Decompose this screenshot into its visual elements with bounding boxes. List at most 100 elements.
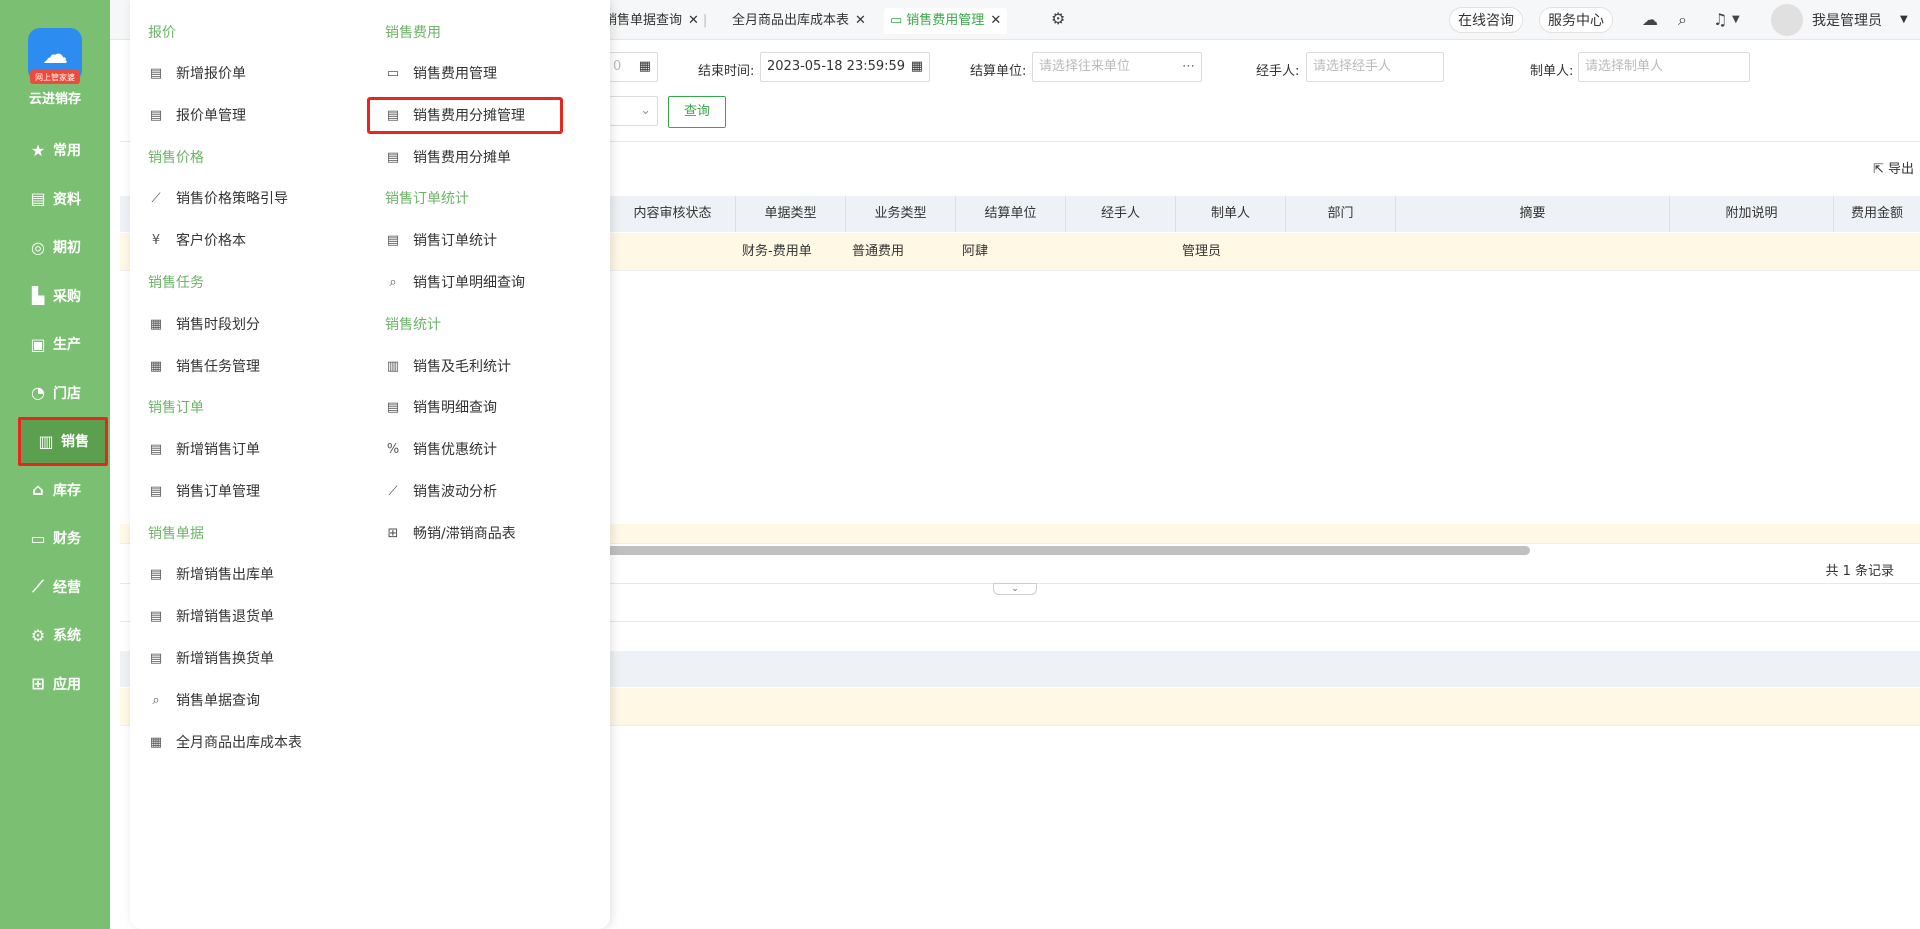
sidebar-item-operation[interactable]: ⟋ 经营: [0, 563, 110, 612]
sidebar-item-initial[interactable]: ◎ 期初: [0, 223, 110, 272]
sidebar-item-system[interactable]: ⚙ 系统: [0, 611, 110, 660]
maker-input[interactable]: 请选择制单人: [1578, 52, 1750, 82]
menu-item-task-manage[interactable]: ▦ 销售任务管理: [148, 356, 260, 376]
sidebar-item-finance[interactable]: ▭ 财务: [0, 514, 110, 563]
sidebar-item-purchase[interactable]: ▙ 采购: [0, 272, 110, 321]
menu-section-task: 销售任务: [148, 275, 204, 291]
search-icon: ⌕: [389, 274, 397, 290]
export-icon: ⇱: [1872, 162, 1884, 177]
menu-item-order-detail-query[interactable]: ⌕ 销售订单明细查询: [385, 272, 525, 292]
tab-sales-doc-query[interactable]: 销售单据查询 ✕ |: [604, 8, 707, 34]
export-button[interactable]: ⇱ 导出: [1873, 158, 1914, 177]
column-header[interactable]: 附加说明: [1670, 196, 1834, 232]
maker-label: 制单人:: [1530, 64, 1574, 79]
menu-item-fluctuation[interactable]: ⟋ 销售波动分析: [385, 481, 497, 501]
menu-section-docs: 销售单据: [148, 526, 204, 542]
column-header[interactable]: 部门: [1286, 196, 1396, 232]
sidebar-item-sales[interactable]: ▥ 销售: [18, 417, 108, 466]
column-header[interactable]: 内容审核状态: [610, 196, 736, 232]
order-icon: ▤: [149, 441, 163, 457]
factory-icon: ▣: [30, 334, 46, 354]
horizontal-scrollbar[interactable]: [600, 546, 1530, 555]
logo-ribbon: 网上管家婆: [30, 70, 80, 84]
menu-item-price-strategy[interactable]: ⟋ 销售价格策略引导: [148, 188, 288, 208]
online-consult-button[interactable]: 在线咨询: [1449, 7, 1523, 33]
menu-section-expense: 销售费用: [385, 25, 441, 41]
menu-item-customer-price[interactable]: ¥ 客户价格本: [148, 230, 246, 250]
menu-section-quote: 报价: [148, 25, 176, 41]
menu-item-time-period[interactable]: ▦ 销售时段划分: [148, 314, 260, 334]
settings-icon[interactable]: ⚙: [1051, 9, 1065, 28]
quote-icon: ▤: [149, 65, 163, 81]
tab-icon: ▭: [890, 13, 903, 28]
close-icon[interactable]: ✕: [688, 13, 699, 28]
menu-item-order-manage[interactable]: ▤ 销售订单管理: [148, 481, 260, 501]
document-icon: ▤: [30, 189, 46, 209]
avatar[interactable]: [1771, 4, 1803, 36]
menu-item-quote-manage[interactable]: ▤ 报价单管理: [148, 105, 246, 125]
cart-icon: ▭: [386, 65, 400, 81]
gear-icon: ⚙: [30, 625, 46, 645]
column-header[interactable]: 业务类型: [846, 196, 956, 232]
collapse-toggle[interactable]: ⌄: [993, 583, 1037, 595]
service-center-button[interactable]: 服务中心: [1539, 7, 1613, 33]
start-time-input[interactable]: 0 ▦: [606, 52, 658, 82]
report-icon: ▦: [149, 734, 163, 750]
tab-monthly-cost[interactable]: 全月商品出库成本表 ✕: [732, 8, 866, 34]
menu-item-new-return[interactable]: ▤ 新增销售退货单: [148, 606, 274, 626]
sidebar-item-production[interactable]: ▣ 生产: [0, 320, 110, 369]
cart-icon: ▙: [31, 286, 45, 306]
menu-item-monthly-cost[interactable]: ▦ 全月商品出库成本表: [148, 732, 302, 752]
menu-item-profit-stats[interactable]: ▥ 销售及毛利统计: [385, 356, 511, 376]
cloud-download-icon[interactable]: ☁: [1642, 10, 1658, 29]
calendar-icon: ▦: [149, 316, 163, 332]
menu-item-doc-query[interactable]: ⌕ 销售单据查询: [148, 690, 260, 710]
search-icon[interactable]: ⌕: [1678, 10, 1687, 30]
menu-item-expense-allocation-doc[interactable]: ▤ 销售费用分摊单: [385, 147, 511, 167]
column-header[interactable]: 单据类型: [736, 196, 846, 232]
trend-icon: ⟋: [32, 576, 44, 596]
menu-item-new-outbound[interactable]: ▤ 新增销售出库单: [148, 564, 274, 584]
column-header[interactable]: 制单人: [1176, 196, 1286, 232]
wallet-icon: ▭: [30, 528, 46, 548]
bell-icon[interactable]: ♫: [1713, 10, 1727, 29]
column-header[interactable]: 经手人: [1066, 196, 1176, 232]
column-header[interactable]: 摘要: [1396, 196, 1670, 232]
chevron-down-icon[interactable]: ▼: [1732, 14, 1740, 25]
sidebar-item-inventory[interactable]: ⌂ 库存: [0, 466, 110, 515]
column-header[interactable]: 结算单位: [956, 196, 1066, 232]
chevron-down-icon[interactable]: ▼: [1900, 14, 1908, 25]
more-icon[interactable]: ⋯: [1182, 53, 1195, 81]
user-name[interactable]: 我是管理员: [1812, 10, 1882, 30]
cell-settle-unit: 阿肆: [962, 244, 989, 259]
sidebar-item-apps[interactable]: ⊞ 应用: [0, 660, 110, 709]
department-select[interactable]: ⌄: [606, 96, 658, 126]
sidebar-item-store[interactable]: ◔ 门店: [0, 369, 110, 418]
menu-section-order-stats: 销售订单统计: [385, 191, 469, 207]
end-time-input[interactable]: 2023-05-18 23:59:59 ▦: [760, 52, 930, 82]
menu-item-new-exchange[interactable]: ▤ 新增销售换货单: [148, 648, 274, 668]
column-header[interactable]: 费用金额: [1834, 196, 1920, 232]
end-time-label: 结束时间:: [698, 64, 755, 79]
menu-item-discount-stats[interactable]: % 销售优惠统计: [385, 439, 497, 459]
query-button[interactable]: 查询: [668, 96, 726, 128]
menu-item-new-quote[interactable]: ▤ 新增报价单: [148, 63, 246, 83]
menu-item-expense-manage[interactable]: ▭ 销售费用管理: [385, 63, 497, 83]
menu-item-new-order[interactable]: ▤ 新增销售订单: [148, 439, 260, 459]
close-icon[interactable]: ✕: [855, 13, 866, 28]
settle-unit-input[interactable]: 请选择往来单位 ⋯: [1032, 52, 1202, 82]
handler-input[interactable]: 请选择经手人: [1306, 52, 1444, 82]
close-icon[interactable]: ✕: [990, 13, 1001, 28]
search-icon: ⌕: [152, 692, 160, 708]
menu-item-order-stats[interactable]: ▤ 销售订单统计: [385, 230, 497, 250]
pie-icon: ◔: [31, 383, 45, 403]
menu-item-bestseller[interactable]: ⊞ 畅销/滞销商品表: [385, 523, 516, 543]
sidebar-item-common[interactable]: ★ 常用: [0, 126, 110, 175]
sidebar-item-data[interactable]: ▤ 资料: [0, 175, 110, 224]
app-logo[interactable]: ☁ 网上管家婆: [28, 28, 82, 84]
tab-sales-expense[interactable]: ▭ 销售费用管理 ✕: [884, 8, 1008, 34]
tab-divider: |: [702, 13, 708, 28]
bar-chart-icon: ▥: [386, 358, 400, 374]
menu-item-sales-detail[interactable]: ▤ 销售明细查询: [385, 397, 497, 417]
return-icon: ▤: [149, 608, 163, 624]
